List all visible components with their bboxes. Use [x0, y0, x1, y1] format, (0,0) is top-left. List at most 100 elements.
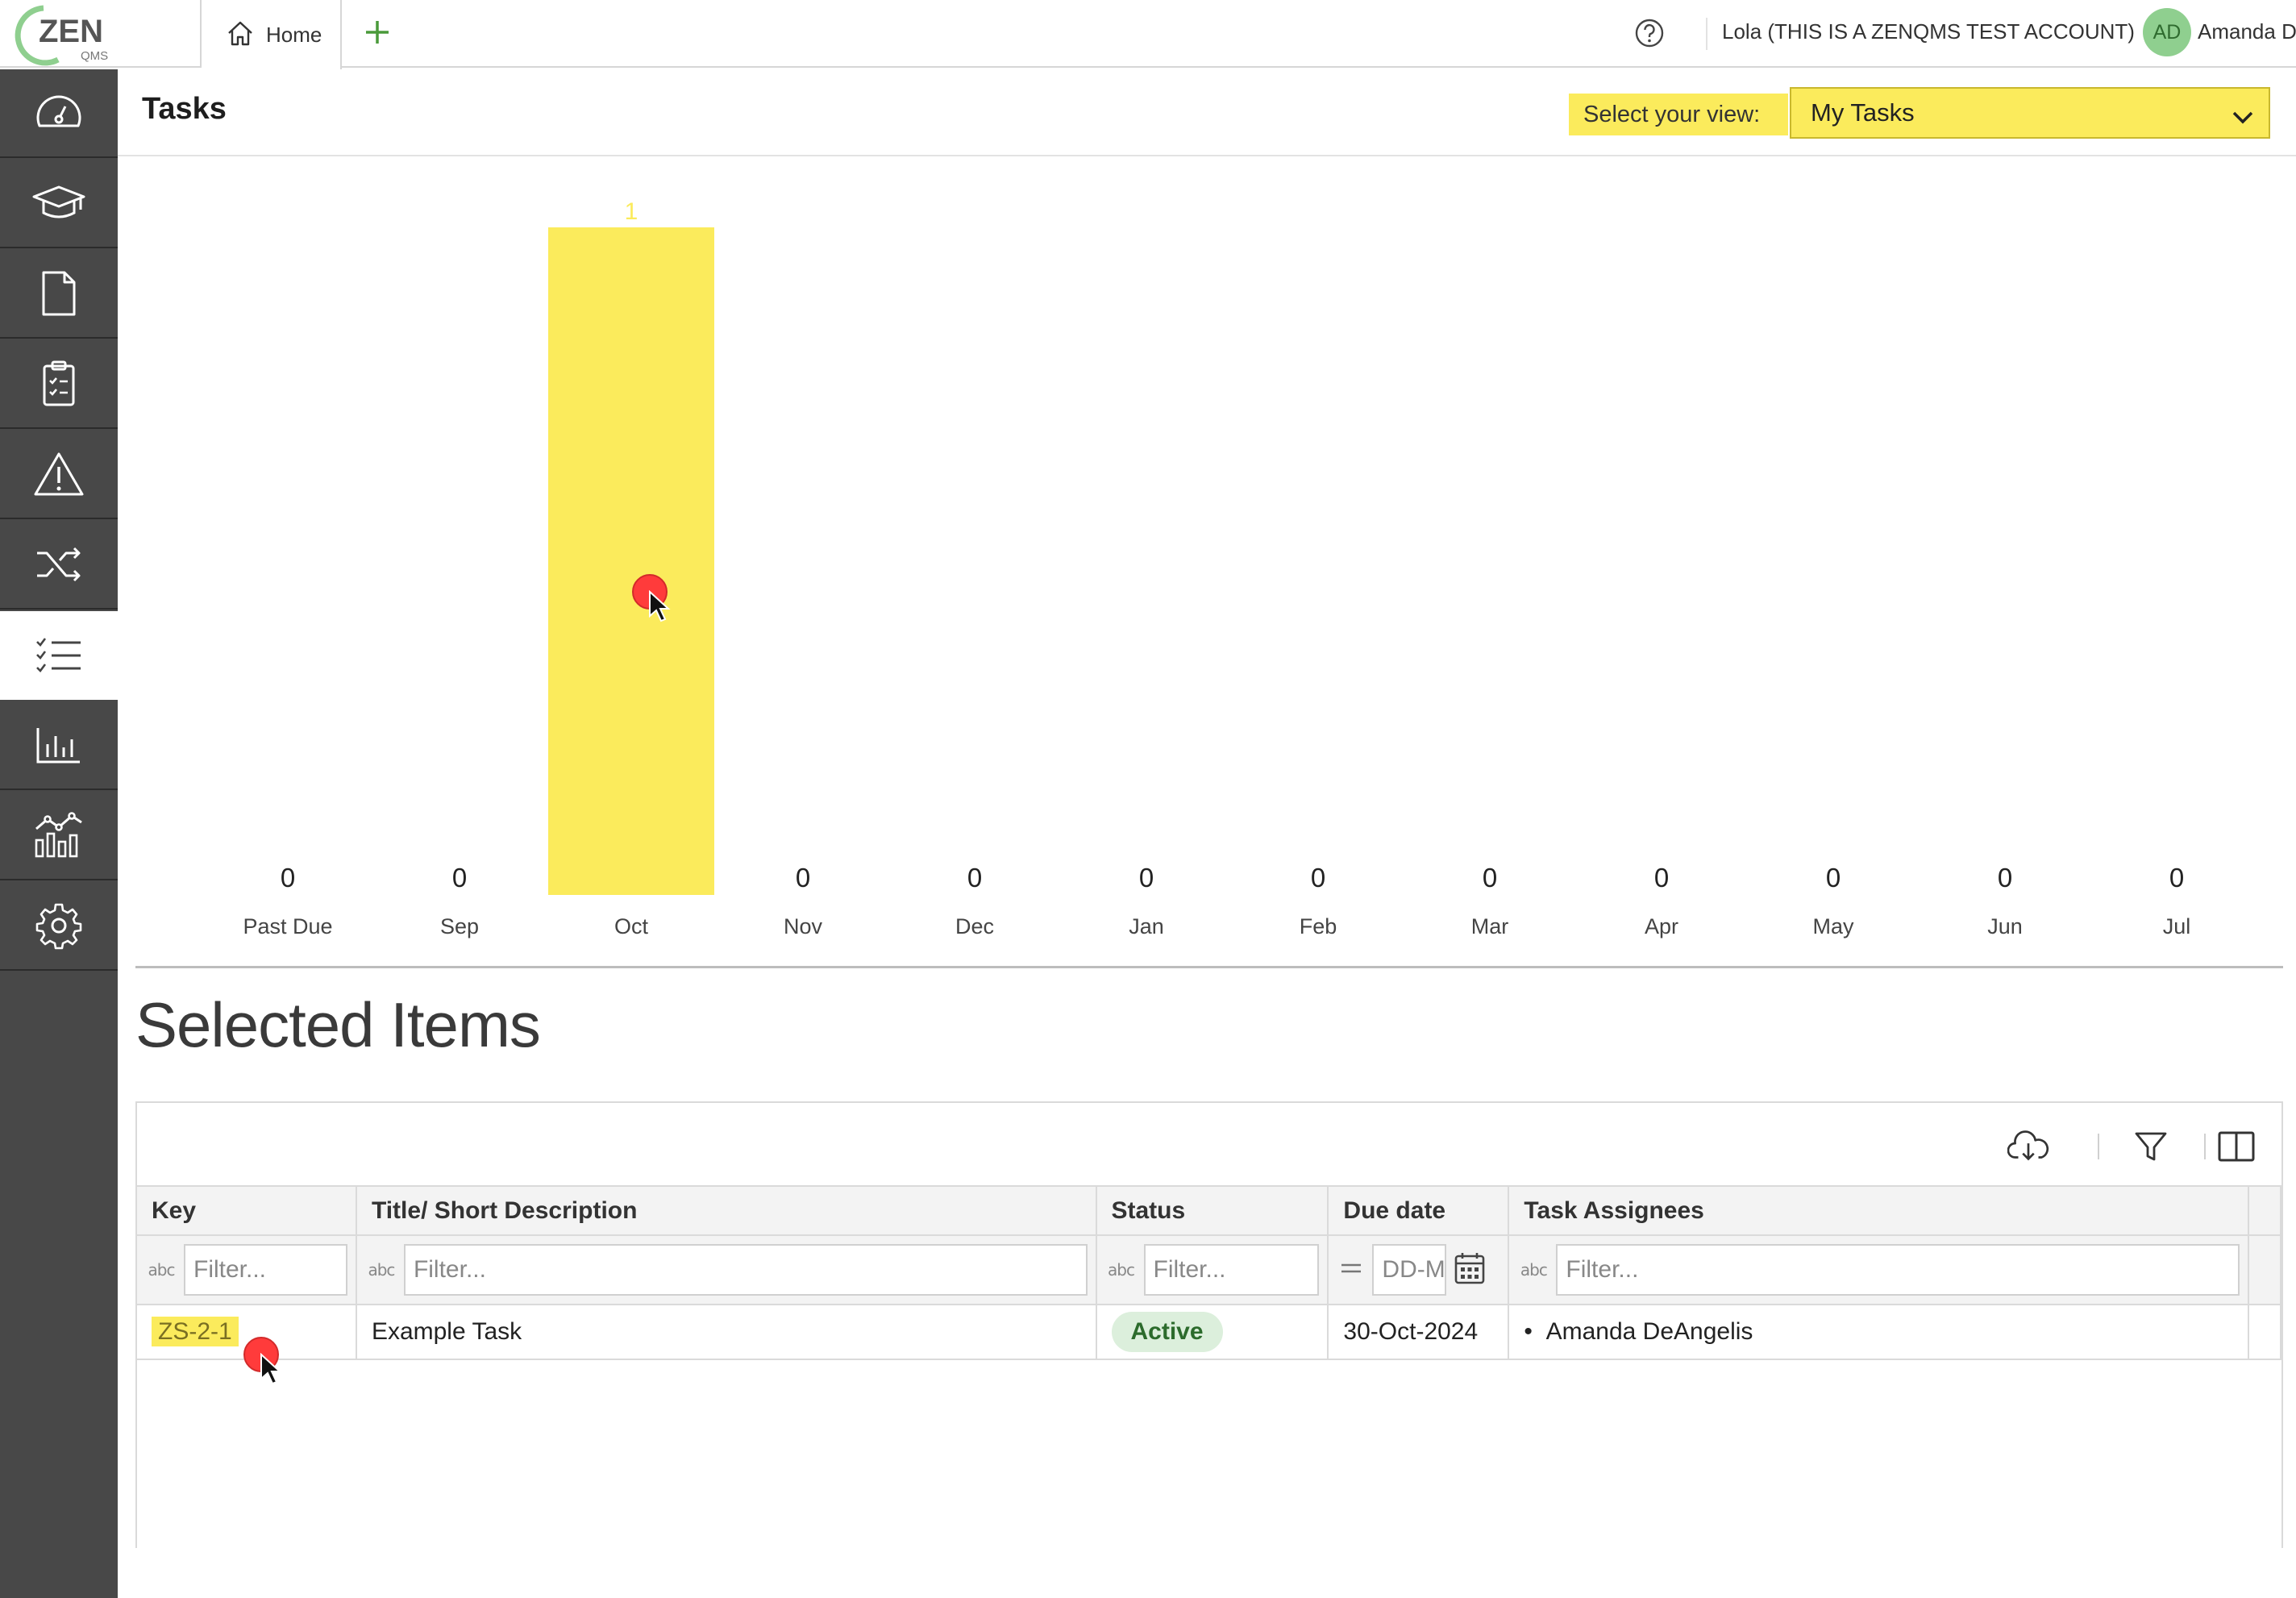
filter-button[interactable]: [2130, 1129, 2172, 1164]
plus-icon: [366, 21, 389, 44]
account-name[interactable]: Lola (THIS IS A ZENQMS TEST ACCOUNT): [1722, 19, 2135, 44]
sidebar-item-reports[interactable]: [0, 701, 118, 790]
top-bar: ZEN QMS Home Lola (THIS IS A ZENQMS TEST…: [0, 0, 2296, 69]
spacer-cell: [2248, 1305, 2282, 1360]
bar-value-label: 0: [1654, 863, 1669, 893]
due-date-filter-input[interactable]: DD-M: [1372, 1244, 1447, 1296]
assignees-filter-input[interactable]: Filter...: [1556, 1244, 2240, 1296]
bar-value-label: 0: [2169, 863, 2184, 893]
selected-items-table: Key Title/ Short Description Status Due …: [137, 1187, 2282, 1360]
document-icon: [42, 271, 76, 316]
category-label: May: [1812, 914, 1854, 938]
grid-toolbar: [137, 1103, 2281, 1187]
sidebar-item-dashboard[interactable]: [0, 69, 118, 158]
chart-bar[interactable]: [548, 227, 714, 895]
filter-icon: [2135, 1132, 2167, 1161]
sidebar-item-analytics[interactable]: [0, 792, 118, 880]
assignee-name: Amanda DeAngelis: [1545, 1318, 1753, 1345]
column-header-status[interactable]: Status: [1096, 1187, 1329, 1236]
sidebar-item-settings[interactable]: [0, 882, 118, 971]
cloud-download-icon: [2007, 1130, 2049, 1161]
table-row[interactable]: ZS-2-1 Example Task Active 30-Oct-2024 •…: [137, 1305, 2282, 1360]
filter-cell: abc Filter...: [1096, 1235, 1329, 1305]
divider: [2204, 1134, 2206, 1159]
training-cap-icon: [32, 185, 85, 218]
help-button[interactable]: [1633, 17, 1666, 49]
category-label: Jul: [2163, 914, 2191, 938]
bar-value-label: 0: [1483, 863, 1497, 893]
category-label: Jun: [1987, 914, 2023, 938]
text-filter-icon[interactable]: abc: [1517, 1260, 1549, 1280]
sidebar-item-training[interactable]: [0, 160, 118, 248]
analytics-chart-icon: [35, 812, 82, 858]
task-key-link[interactable]: ZS-2-1: [152, 1317, 239, 1346]
warning-triangle-icon: [34, 452, 84, 496]
sidebar-item-documents[interactable]: [0, 250, 118, 339]
column-header-key[interactable]: Key: [137, 1187, 357, 1236]
assignees-cell: • Amanda DeAngelis: [1508, 1305, 2249, 1360]
view-selector-dropdown[interactable]: My Tasks: [1790, 87, 2270, 139]
calendar-icon[interactable]: [1453, 1251, 1487, 1290]
mouse-cursor-icon: [260, 1352, 284, 1385]
category-label: Mar: [1471, 914, 1509, 938]
category-label: Feb: [1300, 914, 1337, 938]
due-date-cell: 30-Oct-2024: [1328, 1305, 1510, 1360]
text-filter-icon[interactable]: abc: [1105, 1260, 1138, 1280]
bar-value-label: 1: [625, 198, 638, 225]
category-label: Dec: [955, 914, 994, 938]
column-header-due-date[interactable]: Due date: [1328, 1187, 1510, 1236]
sidebar-item-change-control[interactable]: [0, 521, 118, 610]
page-title: Tasks: [142, 92, 227, 126]
bar-value-label: 0: [967, 863, 982, 893]
filter-cell: abc Filter...: [356, 1235, 1097, 1305]
bar-value-label: 0: [1139, 863, 1154, 893]
tasks-due-bar-chart: 0 Past Due 0 Sep 1 Oct 0 Nov 0 Dec 0 Jan 0 Feb 0 Mar 0 Ap…: [243, 198, 2191, 938]
filter-cell: [2248, 1235, 2282, 1305]
zenqms-logo[interactable]: ZEN QMS: [11, 2, 116, 66]
title-cell: Example Task: [356, 1305, 1097, 1360]
columns-panel-button[interactable]: [2215, 1129, 2257, 1164]
selected-items-heading: Selected Items: [135, 989, 541, 1060]
category-label: Jan: [1129, 914, 1164, 938]
category-label: Apr: [1645, 914, 1678, 938]
chevron-down-icon: [2232, 103, 2254, 132]
bullet-icon: •: [1524, 1318, 1546, 1345]
columns-panel-icon: [2218, 1131, 2255, 1162]
logo-subtext: QMS: [81, 49, 108, 63]
help-icon: [1635, 19, 1664, 48]
column-header-assignees[interactable]: Task Assignees: [1508, 1187, 2249, 1236]
export-button[interactable]: [2007, 1129, 2049, 1164]
settings-gear-icon: [35, 903, 82, 950]
sidebar-item-audits[interactable]: [0, 340, 118, 429]
add-tab-button[interactable]: [360, 15, 395, 50]
bar-value-label: 0: [796, 863, 810, 893]
category-label: Past Due: [243, 914, 332, 938]
status-filter-input[interactable]: Filter...: [1143, 1244, 1320, 1296]
text-filter-icon[interactable]: abc: [145, 1260, 177, 1280]
filter-row: abc Filter... abc Filter... abc Filter... D…: [137, 1235, 2282, 1305]
column-header-title[interactable]: Title/ Short Description: [356, 1187, 1097, 1236]
column-header-spacer: [2248, 1187, 2282, 1236]
tab-home[interactable]: Home: [202, 0, 342, 69]
bar-chart-icon: [36, 728, 80, 764]
view-selector-value: My Tasks: [1811, 98, 1915, 127]
user-name[interactable]: Amanda D: [2198, 19, 2296, 44]
home-icon: [226, 19, 255, 51]
bar-value-label: 0: [1311, 863, 1325, 893]
category-label: Nov: [784, 914, 823, 938]
view-selector-label: Select your view:: [1569, 94, 1788, 135]
status-badge: Active: [1111, 1312, 1223, 1352]
avatar[interactable]: AD: [2143, 8, 2191, 56]
title-filter-input[interactable]: Filter...: [403, 1244, 1088, 1296]
bar-value-label: 0: [1998, 863, 2012, 893]
equals-operator-icon[interactable]: [1337, 1260, 1366, 1280]
bar-value-label: 0: [1826, 863, 1841, 893]
mouse-cursor-icon: [648, 589, 672, 622]
tasks-due-chart: 0 Past Due 0 Sep 1 Oct 0 Nov 0 Dec 0 Jan 0 Feb 0 Mar 0 Ap…: [118, 158, 2296, 964]
sidebar-item-tasks[interactable]: [0, 611, 118, 700]
divider: [135, 966, 2283, 968]
key-filter-input[interactable]: Filter...: [184, 1244, 347, 1296]
sidebar-item-issues[interactable]: [0, 431, 118, 519]
text-filter-icon[interactable]: abc: [365, 1260, 397, 1280]
dashboard-gauge-icon: [36, 95, 81, 127]
